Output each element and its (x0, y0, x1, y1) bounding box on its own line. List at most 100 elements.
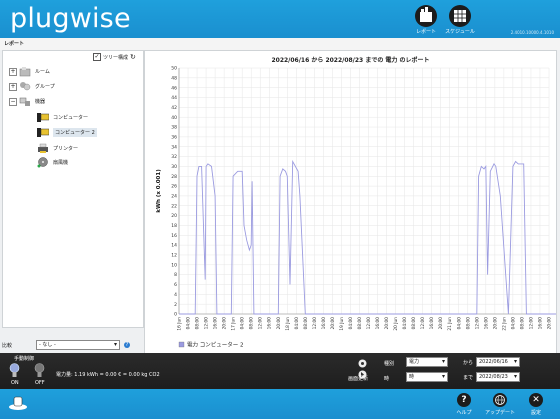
tree-node-printer[interactable]: プリンター (37, 143, 78, 154)
page-toolbar: レポート (0, 38, 560, 50)
app-header: plugwise レポート スケジュール 2.4010.10000.4.1010 (0, 0, 560, 38)
help-button[interactable]: ? ヘルプ (444, 393, 484, 416)
tree-node-devices[interactable]: − 機器 (9, 96, 45, 107)
help-icon: ? (457, 393, 471, 407)
x-tick-label: 04:00 (294, 317, 300, 330)
unit-select[interactable]: 時 (406, 372, 448, 382)
y-tick-label: 36 (171, 134, 177, 140)
to-label: まで (463, 375, 474, 381)
x-tick-label: 04:00 (186, 317, 192, 330)
x-tick-label: 18 Jun (285, 317, 291, 331)
globe-icon (493, 393, 507, 407)
legend-swatch (178, 341, 185, 348)
x-tick-label: 12:00 (258, 317, 264, 330)
y-tick-label: 4 (174, 292, 177, 298)
tree-display-checkbox[interactable]: ✓ (93, 53, 101, 61)
x-tick-label: 16:00 (375, 317, 381, 330)
tree-node-computer-2[interactable]: コンピューター 2 (37, 127, 97, 138)
y-tick-label: 26 (171, 184, 177, 190)
y-tick-label: 38 (171, 125, 177, 131)
y-tick-label: 14 (171, 243, 177, 249)
y-tick-label: 16 (171, 233, 177, 239)
type-label: 種別 (384, 361, 395, 367)
x-tick-label: 04:00 (510, 317, 516, 330)
compare-select[interactable]: - なし - (36, 340, 120, 350)
schedule-icon (449, 5, 471, 27)
y-axis-label: kWh (x 0.001) (156, 169, 162, 213)
x-tick-label: 16:00 (213, 317, 219, 330)
y-tick-label: 42 (171, 105, 177, 111)
x-tick-label: 16:00 (483, 317, 489, 330)
x-tick-label: 21 Jun (447, 317, 453, 331)
x-tick-label: 20:00 (438, 317, 444, 330)
x-tick-label: 04:00 (402, 317, 408, 330)
x-tick-label: 16:00 (429, 317, 435, 330)
x-tick-label: 08:00 (465, 317, 471, 330)
y-tick-label: 12 (171, 253, 177, 259)
y-tick-label: 50 (171, 66, 177, 72)
x-tick-label: 04:00 (456, 317, 462, 330)
type-select[interactable]: 電力 (406, 357, 448, 367)
refresh-icon[interactable]: ↻ (130, 53, 136, 61)
x-tick-label: 08:00 (195, 317, 201, 330)
x-tick-label: 20 Jun (393, 317, 399, 331)
settings-button[interactable]: ✕ 設定 (516, 393, 556, 416)
printer-icon (38, 143, 48, 153)
x-tick-label: 12:00 (312, 317, 318, 330)
refresh-label: 画面更新 (348, 376, 369, 382)
on-label: ON (11, 380, 19, 386)
x-tick-label: 20:00 (222, 317, 228, 330)
tree-node-computer[interactable]: コンピューター (37, 112, 88, 123)
x-tick-label: 22 Jun (501, 317, 507, 331)
x-tick-label: 20:00 (384, 317, 390, 330)
computer-icon (37, 128, 49, 137)
x-tick-label: 20:00 (330, 317, 336, 330)
from-date-picker[interactable]: 2022/06/16 (476, 357, 520, 367)
to-date-picker[interactable]: 2022/08/23 (476, 372, 520, 382)
help-icon[interactable]: ? (124, 342, 130, 348)
power-summary: 電力量: 1.19 kWh = 0.00 € = 0.00 kg CO2 (56, 372, 160, 378)
expand-icon[interactable]: + (9, 67, 17, 76)
plugwise-device-icon (9, 396, 27, 410)
computer-icon (37, 113, 49, 122)
y-tick-label: 0 (174, 312, 177, 318)
group-icon (20, 82, 31, 91)
y-tick-label: 10 (171, 262, 177, 268)
expand-icon[interactable]: + (9, 82, 17, 91)
page-title: レポート (4, 41, 25, 47)
plugwise-logo: plugwise (10, 3, 131, 34)
tree-display-option[interactable]: ✓ ツリー構成 ↻ (93, 53, 136, 61)
x-tick-label: 20:00 (547, 317, 553, 330)
version-text: 2.4010.10000.4.1010 (510, 30, 554, 35)
off-label: OFF (35, 380, 45, 386)
devices-icon (19, 97, 30, 106)
y-tick-label: 48 (171, 75, 177, 81)
x-tick-label: 16:00 (267, 317, 273, 330)
y-tick-label: 46 (171, 85, 177, 91)
unit-label: 時 (384, 376, 390, 382)
x-tick-label: 04:00 (240, 317, 246, 330)
bulb-off-icon[interactable] (34, 363, 45, 378)
bulb-on-icon[interactable] (9, 363, 20, 378)
x-tick-label: 17 Jun (231, 317, 237, 331)
y-tick-label: 40 (171, 115, 177, 121)
y-tick-label: 44 (171, 95, 177, 101)
report-icon (415, 5, 437, 27)
x-tick-label: 12:00 (474, 317, 480, 330)
tree-node-room[interactable]: + ルーム (9, 66, 50, 77)
x-tick-label: 20:00 (276, 317, 282, 330)
tree-node-group[interactable]: + グループ (9, 81, 55, 92)
collapse-icon[interactable]: − (9, 97, 17, 106)
update-button[interactable]: アップデート (480, 393, 520, 416)
series-line (179, 159, 556, 315)
chart-svg: 0246810121416182022242628303234363840424… (156, 66, 556, 349)
schedule-button[interactable]: スケジュール (440, 5, 480, 35)
x-tick-label: 12:00 (366, 317, 372, 330)
x-tick-label: 08:00 (249, 317, 255, 330)
y-tick-label: 28 (171, 174, 177, 180)
tree-node-fan[interactable]: 扇風機 (37, 157, 68, 168)
y-tick-label: 6 (174, 282, 177, 288)
y-tick-label: 34 (171, 144, 177, 150)
settings-icon: ✕ (529, 393, 543, 407)
x-tick-label: 20:00 (492, 317, 498, 330)
